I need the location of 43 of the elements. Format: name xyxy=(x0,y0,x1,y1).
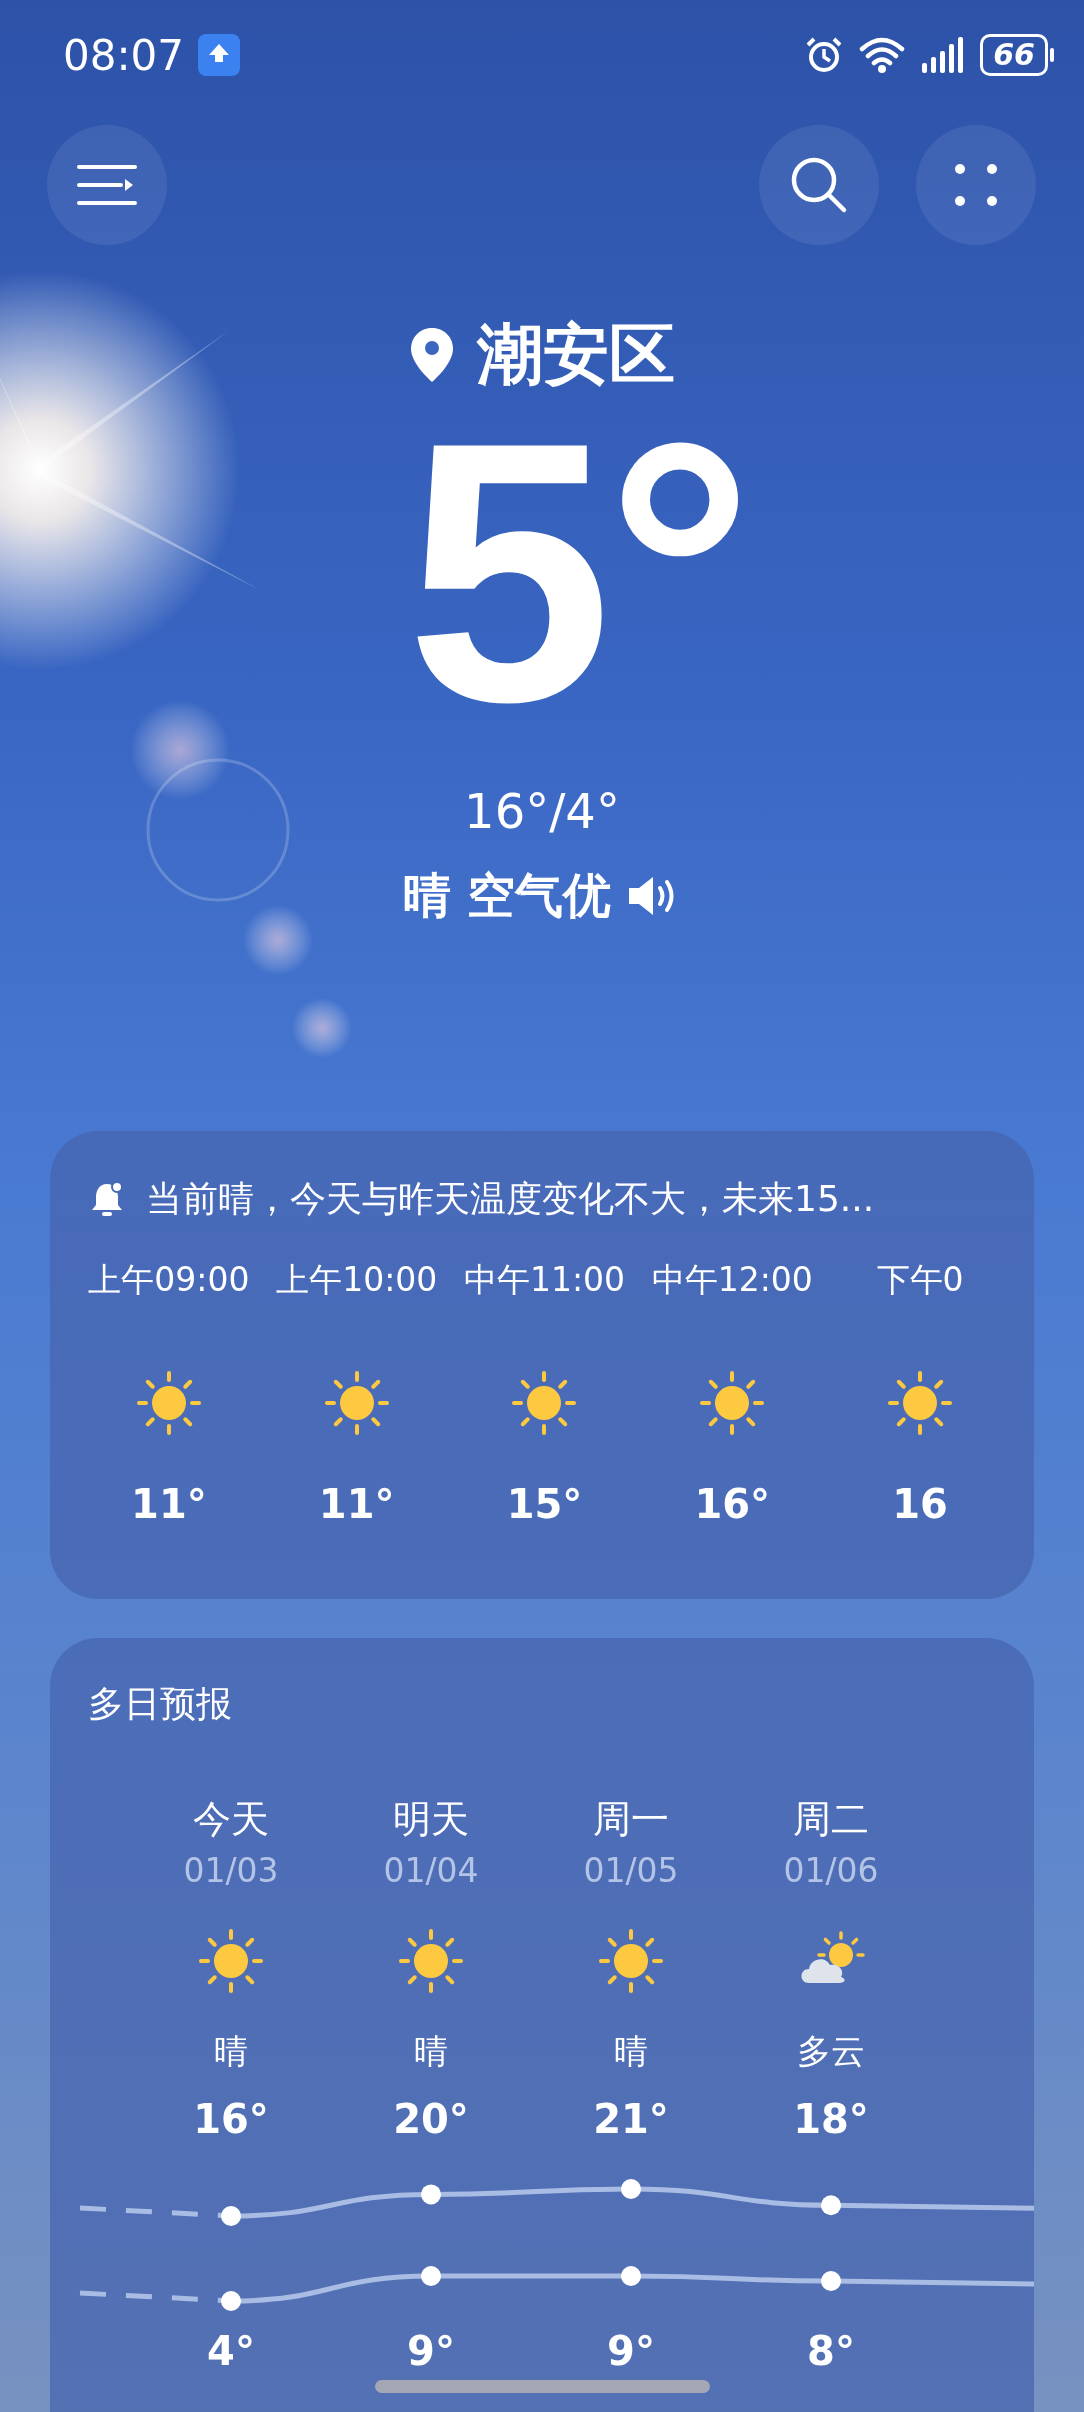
status-time: 08:07 xyxy=(63,30,185,80)
day-condition: 多云 xyxy=(797,2030,865,2073)
hour-temperature: 11° xyxy=(318,1480,395,1529)
bell-icon xyxy=(90,1180,124,1218)
hour-time: 上午09:00 xyxy=(88,1259,250,1301)
menu-icon xyxy=(77,163,137,207)
air-quality: 空气优 xyxy=(467,866,611,925)
day-date: 01/06 xyxy=(783,1851,879,1891)
upload-icon xyxy=(198,34,241,76)
four-dots-icon xyxy=(954,163,998,207)
day-name: 明天 xyxy=(393,1796,469,1842)
location-pin-icon xyxy=(409,326,455,384)
hour-time: 上午10:00 xyxy=(276,1259,438,1301)
high-temperature: 21° xyxy=(593,2095,669,2144)
hour-temperature: 15° xyxy=(506,1480,583,1529)
day-date: 01/05 xyxy=(583,1851,679,1891)
day-name: 今天 xyxy=(193,1796,269,1842)
battery-level: 66 xyxy=(980,34,1048,76)
hour-time: 中午11:00 xyxy=(463,1259,626,1301)
weather-condition: 晴 xyxy=(403,866,451,925)
hour-temperature: 16 xyxy=(892,1480,948,1529)
hour-temperature: 16° xyxy=(694,1480,771,1529)
low-temperature: 4° xyxy=(207,2327,255,2376)
day-condition: 晴 xyxy=(614,2030,648,2073)
high-temperature: 16° xyxy=(193,2095,269,2144)
temperature-range: 16°/4° xyxy=(463,782,621,841)
hour-time: 下午0 xyxy=(876,1259,964,1301)
wifi-icon xyxy=(858,35,907,75)
weather-alert-text: 当前晴，今天与昨天温度变化不大，未来15... xyxy=(146,1176,875,1221)
day-name: 周二 xyxy=(793,1796,869,1842)
day-date: 01/03 xyxy=(183,1851,279,1891)
day-date: 01/04 xyxy=(383,1851,479,1891)
day-condition: 晴 xyxy=(414,2030,448,2073)
hour-time: 中午12:00 xyxy=(651,1259,813,1301)
hour-temperature: 11° xyxy=(131,1480,207,1529)
card-title: 多日预报 xyxy=(87,1682,233,1726)
high-temperature: 18° xyxy=(793,2095,869,2144)
day-name: 周一 xyxy=(593,1796,669,1842)
high-temperature: 20° xyxy=(393,2095,469,2144)
day-condition: 晴 xyxy=(214,2030,248,2073)
low-temperature: 9° xyxy=(607,2327,655,2376)
low-temperature: 9° xyxy=(407,2327,455,2376)
low-temperature: 8° xyxy=(807,2327,855,2376)
